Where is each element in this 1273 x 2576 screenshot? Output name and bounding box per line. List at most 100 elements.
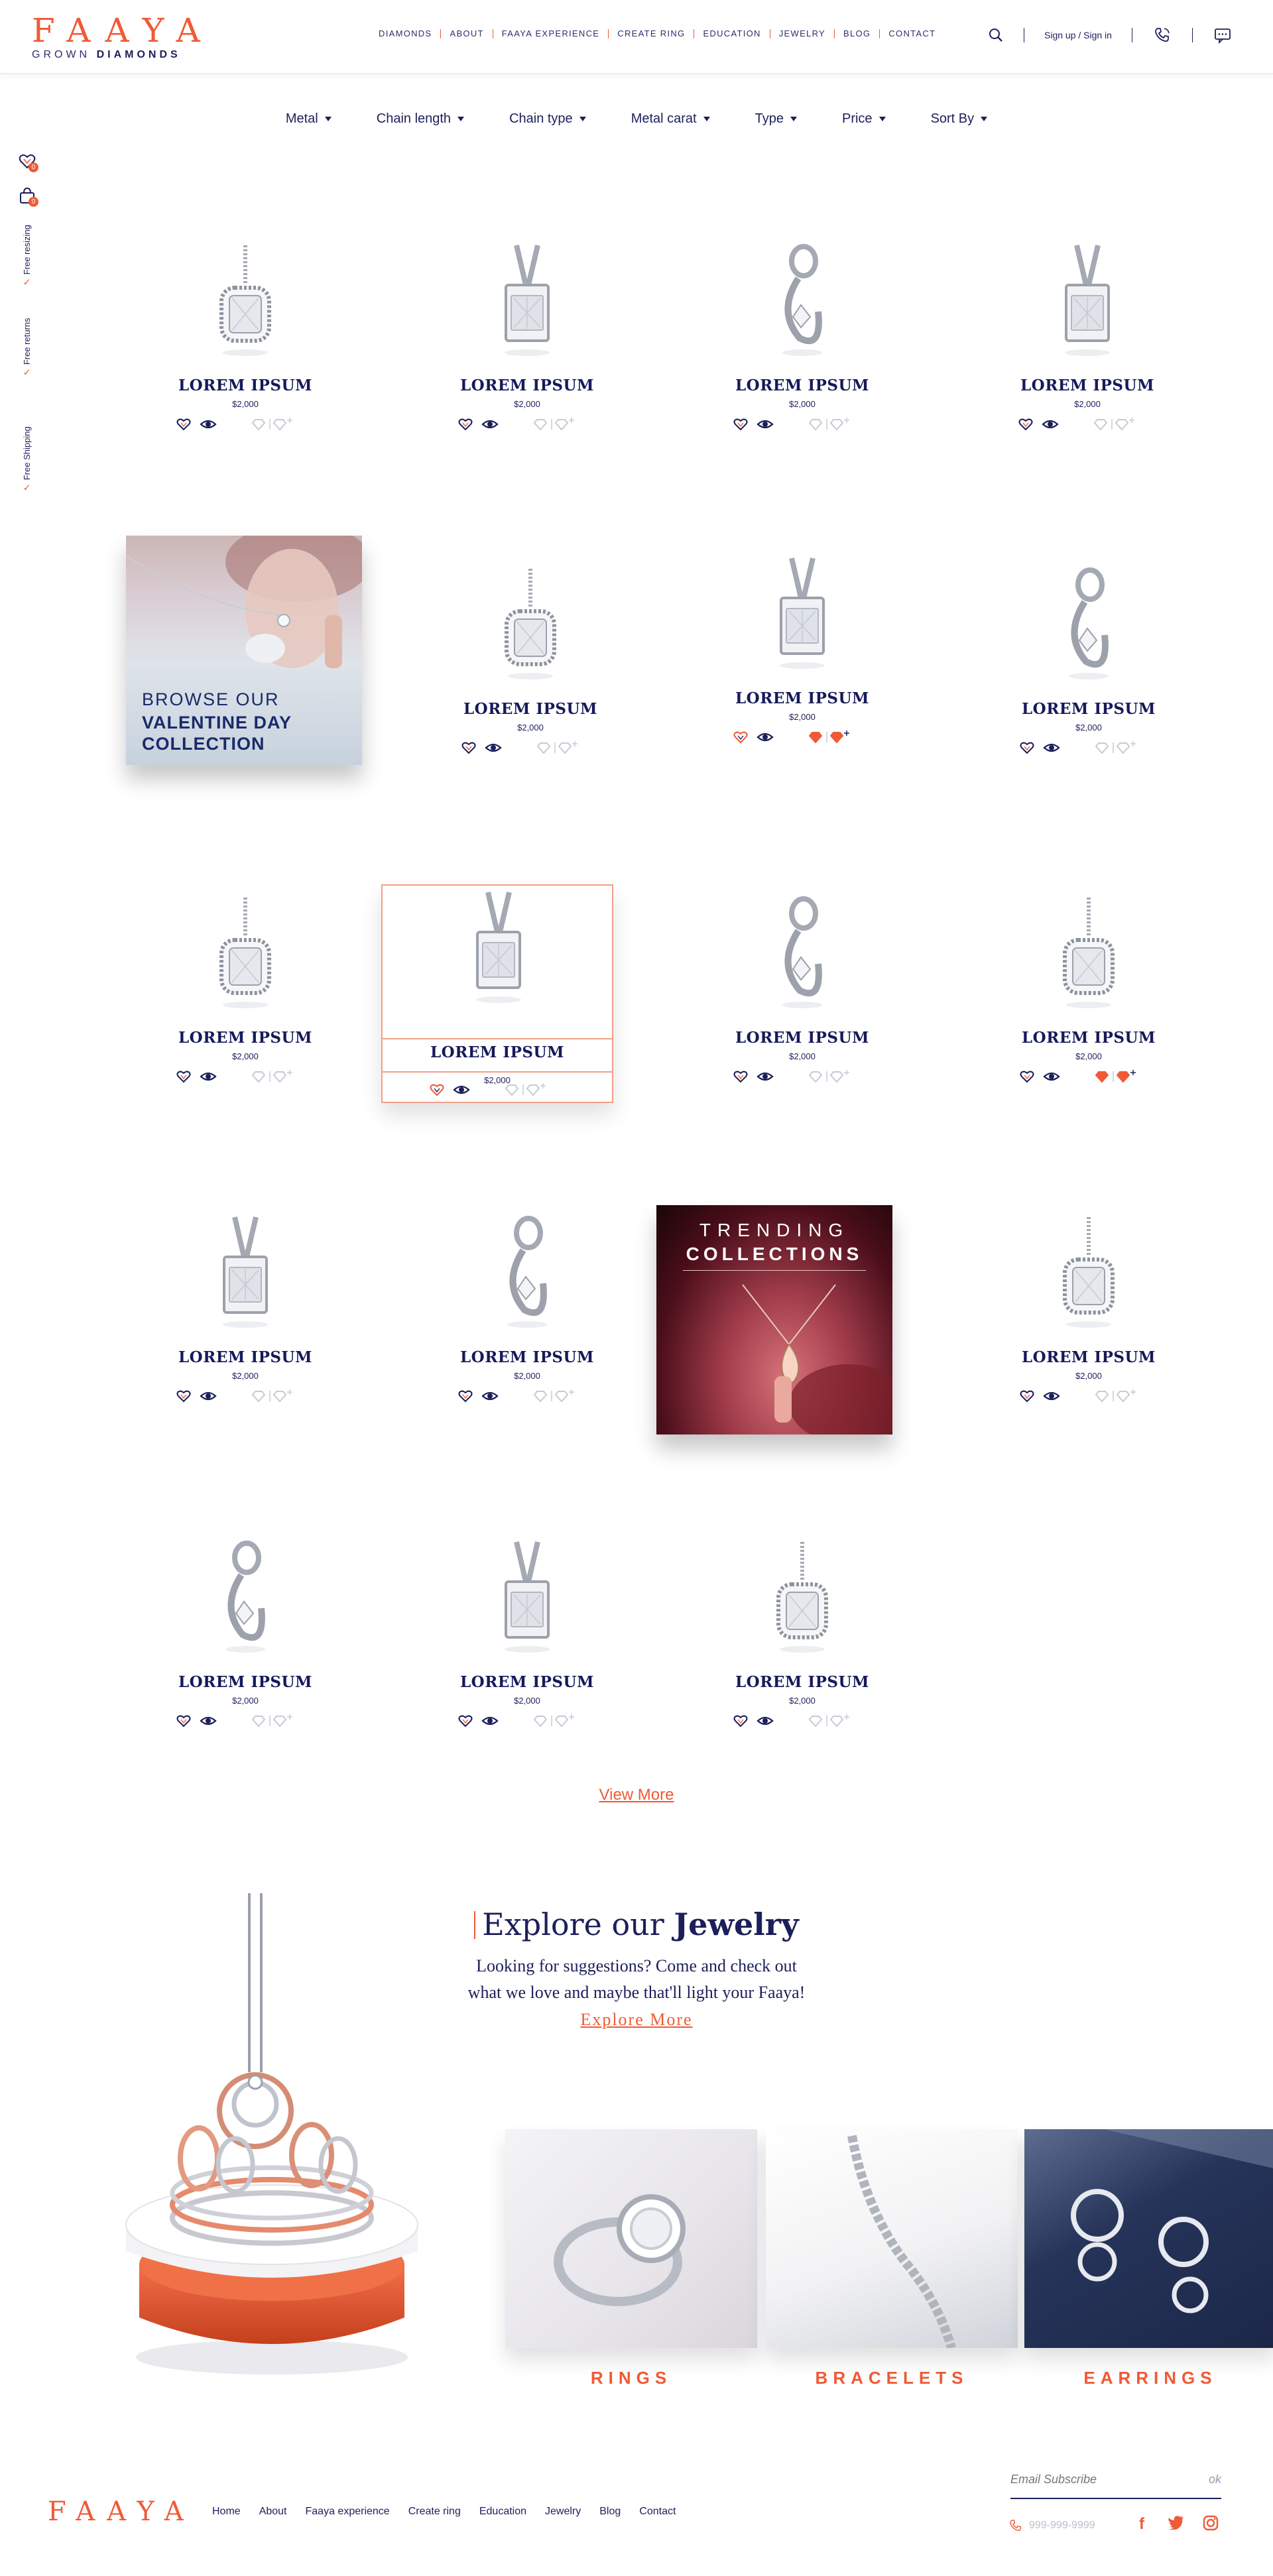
nav-diamonds[interactable]: DIAMONDS	[370, 29, 442, 38]
compare-diamond-icon[interactable]	[807, 416, 853, 432]
wishlist-button[interactable]: 0	[17, 151, 38, 172]
instagram-icon[interactable]	[1203, 2515, 1219, 2536]
quick-view-eye-icon[interactable]	[1043, 1069, 1060, 1084]
product-name[interactable]: LOREM IPSUM	[411, 1673, 643, 1691]
compare-diamond-icon[interactable]	[250, 1388, 296, 1404]
product-name[interactable]: LOREM IPSUM	[686, 1673, 918, 1691]
facebook-icon[interactable]: f	[1134, 2515, 1150, 2536]
quick-view-eye-icon[interactable]	[1043, 1388, 1060, 1404]
product-name[interactable]: LOREM IPSUM	[973, 700, 1205, 718]
pendant-image[interactable]	[206, 1535, 285, 1668]
product-card[interactable]: LOREM IPSUM $2,000	[973, 891, 1205, 1116]
product-card[interactable]: LOREM IPSUM $2,000	[411, 239, 643, 464]
pendant-image[interactable]	[762, 239, 842, 371]
category-label-bracelets[interactable]: BRACELETS	[766, 2368, 1018, 2388]
product-name[interactable]: LOREM IPSUM	[414, 700, 646, 718]
product-card[interactable]: LOREM IPSUM $2,000	[129, 239, 361, 464]
pendant-image[interactable]	[487, 239, 567, 371]
footer-link-contact[interactable]: Contact	[639, 2506, 676, 2518]
pendant-image[interactable]	[762, 552, 842, 684]
quick-view-eye-icon[interactable]	[1042, 416, 1059, 432]
quick-view-eye-icon[interactable]	[481, 416, 499, 432]
pendant-image[interactable]	[459, 886, 538, 1018]
sign-in-link[interactable]: Sign up / Sign in	[1044, 30, 1112, 40]
wishlist-heart-icon[interactable]	[429, 1082, 445, 1098]
quick-view-eye-icon[interactable]	[200, 1069, 217, 1084]
wishlist-heart-icon[interactable]	[1019, 1069, 1035, 1084]
pendant-image[interactable]	[1049, 562, 1128, 695]
product-card[interactable]: LOREM IPSUM $2,000	[686, 891, 918, 1116]
nav-faaya-experience[interactable]: FAAYA EXPERIENCE	[493, 29, 609, 38]
footer-link-blog[interactable]: Blog	[599, 2506, 621, 2518]
compare-diamond-icon[interactable]	[807, 1069, 853, 1084]
search-icon[interactable]	[988, 27, 1004, 43]
filter-price[interactable]: Price	[842, 111, 886, 127]
product-card[interactable]: LOREM IPSUM $2,000	[686, 1535, 918, 1761]
product-card[interactable]: LOREM IPSUM $2,000	[686, 552, 918, 777]
quick-view-eye-icon[interactable]	[485, 740, 502, 756]
wishlist-heart-icon[interactable]	[733, 1713, 749, 1729]
wishlist-heart-icon[interactable]	[176, 1713, 192, 1729]
compare-diamond-icon[interactable]	[1093, 740, 1140, 756]
trending-banner[interactable]: TRENDING COLLECTIONS	[656, 1205, 892, 1434]
product-name[interactable]: LOREM IPSUM	[129, 377, 361, 394]
chat-icon[interactable]	[1213, 25, 1233, 45]
category-tile-bracelets[interactable]	[766, 2129, 1018, 2348]
wishlist-heart-icon[interactable]	[457, 1713, 473, 1729]
wishlist-heart-icon[interactable]	[733, 729, 749, 745]
phone-number[interactable]: 999-999-9999	[1029, 2520, 1095, 2532]
explore-more-link[interactable]: Explore More	[580, 2010, 692, 2030]
compare-diamond-icon[interactable]	[807, 729, 853, 745]
pendant-image[interactable]	[762, 891, 842, 1024]
pendant-image[interactable]	[1049, 1210, 1128, 1343]
wishlist-heart-icon[interactable]	[176, 416, 192, 432]
compare-diamond-icon[interactable]	[250, 1713, 296, 1729]
filter-metal-carat[interactable]: Metal carat	[631, 111, 710, 127]
product-card[interactable]: LOREM IPSUM $2,000	[973, 1210, 1205, 1436]
wishlist-heart-icon[interactable]	[733, 1069, 749, 1084]
nav-contact[interactable]: CONTACT	[880, 29, 944, 38]
product-name[interactable]: LOREM IPSUM	[686, 377, 918, 394]
quick-view-eye-icon[interactable]	[453, 1082, 470, 1098]
nav-blog[interactable]: BLOG	[835, 29, 880, 38]
nav-about[interactable]: ABOUT	[441, 29, 493, 38]
footer-link-education[interactable]: Education	[479, 2506, 526, 2518]
quick-view-eye-icon[interactable]	[1043, 740, 1060, 756]
pendant-image[interactable]	[1049, 891, 1128, 1024]
product-card[interactable]: LOREM IPSUM $2,000	[381, 884, 613, 1103]
nav-jewelry[interactable]: JEWELRY	[770, 29, 835, 38]
quick-view-eye-icon[interactable]	[757, 1069, 774, 1084]
quick-view-eye-icon[interactable]	[757, 1713, 774, 1729]
category-tile-rings[interactable]	[505, 2129, 757, 2348]
brand-logo[interactable]: FAAYA GROWN DIAMONDS	[32, 13, 215, 61]
footer-link-home[interactable]: Home	[212, 2506, 241, 2518]
compare-diamond-icon[interactable]	[1093, 1388, 1140, 1404]
quick-view-eye-icon[interactable]	[200, 416, 217, 432]
wishlist-heart-icon[interactable]	[176, 1069, 192, 1084]
pendant-image[interactable]	[206, 891, 285, 1024]
pendant-image[interactable]	[762, 1535, 842, 1668]
pendant-image[interactable]	[206, 1210, 285, 1343]
compare-diamond-icon[interactable]	[1093, 1069, 1140, 1084]
category-label-rings[interactable]: RINGS	[505, 2368, 757, 2388]
product-card[interactable]: LOREM IPSUM $2,000	[686, 239, 918, 464]
compare-diamond-icon[interactable]	[503, 1082, 550, 1098]
product-name[interactable]: LOREM IPSUM	[686, 1029, 918, 1047]
product-name[interactable]: LOREM IPSUM	[129, 1029, 361, 1047]
product-card[interactable]: LOREM IPSUM $2,000	[129, 891, 361, 1116]
footer-logo[interactable]: FAAYA	[48, 2496, 196, 2527]
wishlist-heart-icon[interactable]	[1019, 1388, 1035, 1404]
quick-view-eye-icon[interactable]	[200, 1388, 217, 1404]
subscribe-ok-button[interactable]: ok	[1209, 2473, 1221, 2487]
product-name[interactable]: LOREM IPSUM	[973, 1029, 1205, 1047]
product-name[interactable]: LOREM IPSUM	[411, 377, 643, 394]
compare-diamond-icon[interactable]	[535, 740, 581, 756]
wishlist-heart-icon[interactable]	[1019, 740, 1035, 756]
filter-metal[interactable]: Metal	[286, 111, 332, 127]
pendant-image[interactable]	[206, 239, 285, 371]
view-more-link[interactable]: View More	[0, 1786, 1273, 1804]
pendant-image[interactable]	[491, 562, 570, 695]
compare-diamond-icon[interactable]	[250, 416, 296, 432]
wishlist-heart-icon[interactable]	[733, 416, 749, 432]
product-card[interactable]: LOREM IPSUM $2,000	[129, 1535, 361, 1761]
